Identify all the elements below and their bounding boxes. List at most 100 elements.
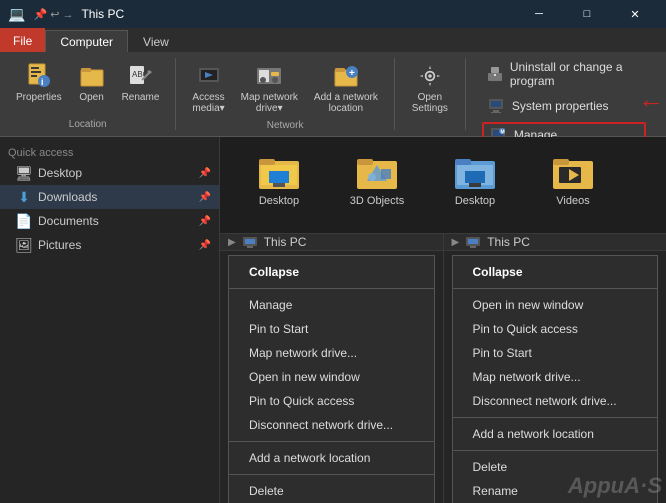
ctx2-disconnect[interactable]: Disconnect network drive... <box>453 389 658 413</box>
sidebar-desktop-label: Desktop <box>38 166 82 180</box>
location-group-label: Location <box>69 119 107 130</box>
right-pane-title: This PC <box>487 235 530 249</box>
sidebar-item-pictures[interactable]: 🖼 Pictures 📌 <box>0 233 219 257</box>
properties-label: Properties <box>16 92 62 103</box>
rename-label: Rename <box>122 92 160 103</box>
ctx2-open-new[interactable]: Open in new window <box>453 293 658 317</box>
rename-button[interactable]: ABC Rename <box>116 58 166 107</box>
ctx1-pin-quick[interactable]: Pin to Quick access <box>229 389 434 413</box>
ctx1-open-new[interactable]: Open in new window <box>229 365 434 389</box>
context-menu-2: Collapse Open in new window Pin to Quick… <box>452 255 659 503</box>
ctx1-sep2 <box>229 441 434 442</box>
pin-icon4: 📌 <box>199 240 211 251</box>
ctx1-add-network[interactable]: Add a network location <box>229 446 434 470</box>
desktop-icon: 🖥 <box>16 165 32 181</box>
sidebar-item-desktop[interactable]: 🖥 Desktop 📌 <box>0 161 219 185</box>
open-label: Open <box>79 92 103 103</box>
folder-videos[interactable]: Videos <box>528 151 618 211</box>
map-drive-label: Map networkdrive▾ <box>241 92 298 114</box>
red-arrow-indicator: ← <box>638 84 664 115</box>
pin-icon3: 📌 <box>199 216 211 227</box>
sidebar-downloads-label: Downloads <box>38 190 97 204</box>
ribbon-content: i Properties Open ABC <box>0 52 666 137</box>
ctx2-map-drive[interactable]: Map network drive... <box>453 365 658 389</box>
map-network-drive-button[interactable]: Map networkdrive▾ <box>235 58 304 118</box>
add-network-icon: + <box>332 62 360 90</box>
ctx1-pin-start[interactable]: Pin to Start <box>229 317 434 341</box>
close-button[interactable]: ✕ <box>612 0 658 28</box>
ctx2-pin-start[interactable]: Pin to Start <box>453 341 658 365</box>
properties-button[interactable]: i Properties <box>10 58 68 107</box>
desktop2-label: Desktop <box>455 195 495 207</box>
desktop2-folder-icon <box>455 155 495 191</box>
ctx2-delete[interactable]: Delete <box>453 455 658 479</box>
ctx1-sep3 <box>229 474 434 475</box>
ctx2-collapse[interactable]: Collapse <box>453 260 658 284</box>
right-pane-header: ▶ This PC <box>444 234 666 251</box>
rename-icon: ABC <box>126 62 154 90</box>
uninstall-icon <box>486 64 504 84</box>
3d-objects-label: 3D Objects <box>350 195 404 207</box>
right-chevron: ▶ <box>452 237 460 248</box>
minimize-button[interactable]: ─ <box>516 0 562 28</box>
main-area: Quick access 🖥 Desktop 📌 ⬇ Downloads 📌 📄… <box>0 137 666 503</box>
access-media-label: Accessmedia▾ <box>192 92 224 114</box>
this-pc-icon-right <box>465 234 481 250</box>
maximize-button[interactable]: □ <box>564 0 610 28</box>
map-network-drive-icon <box>255 62 283 90</box>
open-settings-button[interactable]: OpenSettings <box>405 58 455 118</box>
3d-objects-folder-icon <box>357 155 397 191</box>
sidebar-item-documents[interactable]: 📄 Documents 📌 <box>0 209 219 233</box>
ctx2-pin-quick[interactable]: Pin to Quick access <box>453 317 658 341</box>
quick-access-label: Quick access <box>0 143 219 161</box>
ctx1-manage[interactable]: Manage <box>229 293 434 317</box>
title-bar-controls: ─ □ ✕ <box>516 0 658 28</box>
ctx1-sep1 <box>229 288 434 289</box>
ctx2-rename[interactable]: Rename <box>453 479 658 503</box>
right-pane: ▶ This PC Collapse Open in new window Pi… <box>444 233 666 503</box>
access-media-button[interactable]: Accessmedia▾ <box>186 58 230 118</box>
ctx1-delete[interactable]: Delete <box>229 479 434 503</box>
context-menu-1: Collapse Manage Pin to Start Map network… <box>228 255 435 503</box>
network-group-label: Network <box>267 120 304 131</box>
ctx1-collapse[interactable]: Collapse <box>229 260 434 284</box>
ribbon-tabs: File Computer View <box>0 28 666 52</box>
pin-icon2: 📌 <box>199 192 211 203</box>
location-buttons: i Properties Open ABC <box>10 58 165 107</box>
open-button[interactable]: Open <box>72 58 112 107</box>
this-pc-icon-left <box>242 234 258 250</box>
network-buttons: Accessmedia▾ Map networkdrive▾ <box>186 58 383 118</box>
open-settings-label: OpenSettings <box>412 92 448 114</box>
tab-file[interactable]: File <box>0 28 45 52</box>
content-area: Desktop 3D Objects <box>220 137 666 503</box>
left-pane-header: ▶ This PC <box>220 234 443 251</box>
settings-icon <box>416 62 444 90</box>
system-items: Uninstall or change a program System pro… <box>476 58 646 148</box>
sidebar: Quick access 🖥 Desktop 📌 ⬇ Downloads 📌 📄… <box>0 137 220 503</box>
videos-label: Videos <box>556 195 589 207</box>
folder-desktop2[interactable]: Desktop <box>430 151 520 211</box>
tab-view[interactable]: View <box>128 30 184 52</box>
context-menus-area: ▶ This PC Collapse Manage Pin to Start M… <box>220 233 666 503</box>
folder-grid: Desktop 3D Objects <box>228 145 658 217</box>
left-pane: ▶ This PC Collapse Manage Pin to Start M… <box>220 233 444 503</box>
system-properties-item[interactable]: System properties <box>482 94 646 118</box>
add-network-location-button[interactable]: + Add a networklocation <box>308 58 384 118</box>
sidebar-item-downloads[interactable]: ⬇ Downloads 📌 <box>0 185 219 209</box>
documents-icon: 📄 <box>16 213 32 229</box>
uninstall-item[interactable]: Uninstall or change a program <box>482 58 646 90</box>
add-network-label: Add a networklocation <box>314 92 378 114</box>
tab-computer[interactable]: Computer <box>45 30 128 52</box>
ctx1-map-drive[interactable]: Map network drive... <box>229 341 434 365</box>
ctx1-disconnect[interactable]: Disconnect network drive... <box>229 413 434 437</box>
desktop-folder-icon <box>259 155 299 191</box>
title-bar-title: This PC <box>81 7 124 21</box>
svg-text:i: i <box>41 77 44 87</box>
downloads-icon: ⬇ <box>16 189 32 205</box>
uninstall-label: Uninstall or change a program <box>510 60 642 88</box>
folder-desktop[interactable]: Desktop <box>234 151 324 211</box>
ctx2-sep1 <box>453 288 658 289</box>
access-media-icon <box>195 62 223 90</box>
ctx2-add-network[interactable]: Add a network location <box>453 422 658 446</box>
folder-3d-objects[interactable]: 3D Objects <box>332 151 422 211</box>
